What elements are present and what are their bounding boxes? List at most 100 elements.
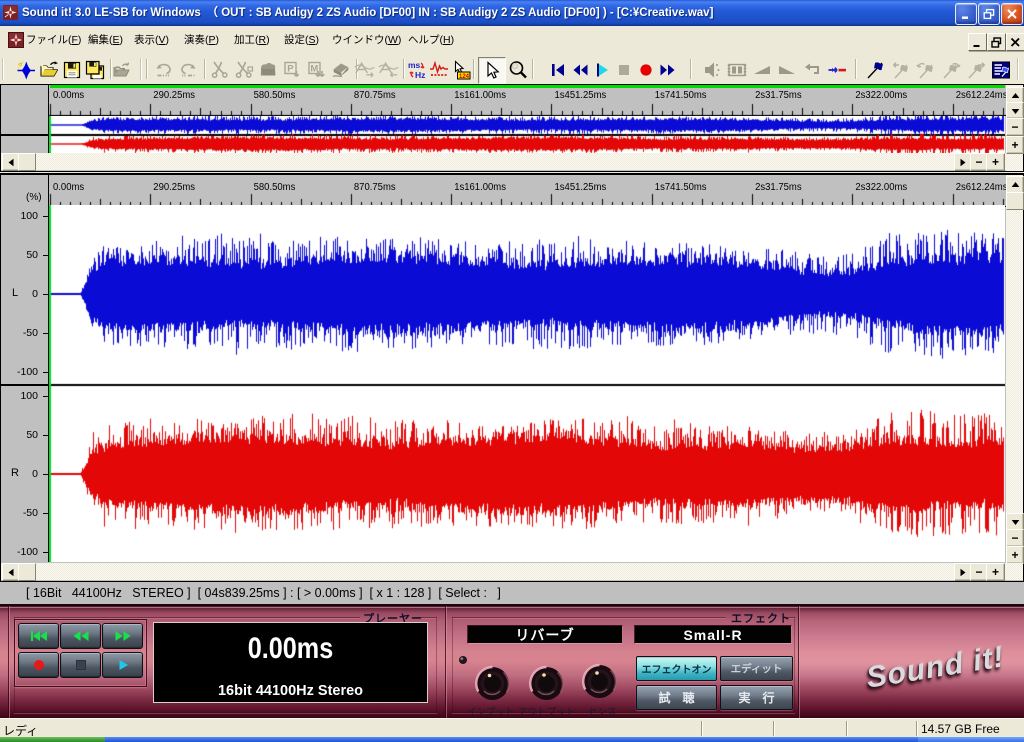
go-start-button[interactable] <box>546 58 569 81</box>
mixer-icon <box>990 59 1012 81</box>
effect-type-display[interactable]: リバーブ <box>467 625 623 644</box>
player-stop-button[interactable] <box>60 652 101 678</box>
axis-unit-label: (%) <box>26 192 42 203</box>
stop-icon <box>614 60 634 80</box>
player-rewind-button[interactable] <box>60 623 101 649</box>
offset-button[interactable] <box>825 58 848 81</box>
player-play-button[interactable] <box>102 652 143 678</box>
wave-display-button[interactable] <box>427 58 450 81</box>
wave-display-icon <box>428 59 450 81</box>
overview-channel-divider <box>1 134 49 136</box>
application-window: { "window": { "title": "Sound it! 3.0 LE… <box>0 0 1024 742</box>
mixer-button[interactable] <box>989 58 1012 81</box>
minus-icon: − <box>1011 120 1018 134</box>
overview-scroll-thumb[interactable] <box>18 153 36 171</box>
open-file-button[interactable] <box>38 58 61 81</box>
unit-ms-hz-icon: ms Hz <box>406 59 428 81</box>
down-arrow-icon <box>1011 107 1020 115</box>
gain-up-button <box>353 58 376 81</box>
ruler-label: 2s612.24ms <box>956 90 1008 102</box>
overview-hscrollbar[interactable] <box>1 153 1006 170</box>
mdi-restore-button[interactable] <box>987 33 1006 51</box>
player-record-button[interactable] <box>18 652 59 678</box>
marker-first-icon <box>890 59 912 81</box>
new-file-button[interactable] <box>14 58 37 81</box>
mdi-minimize-button[interactable] <box>968 33 987 51</box>
input-knob[interactable] <box>474 665 511 702</box>
menu-view[interactable]: 表示(V) <box>134 26 169 55</box>
overview-scroll-down-button[interactable] <box>1006 102 1024 119</box>
ruler-label: 1s161.00ms <box>454 182 506 194</box>
player-fast-forward-button[interactable] <box>102 623 143 649</box>
axis-tick-label: 100 <box>12 390 38 402</box>
unit-toggle-button[interactable]: ms Hz <box>405 58 428 81</box>
editor-vzoom-out-button[interactable]: − <box>1006 529 1024 547</box>
zoom-tool-button[interactable] <box>506 58 529 81</box>
mdi-close-button[interactable] <box>1006 33 1024 51</box>
loop-return-button <box>800 58 823 81</box>
editor-ruler[interactable]: 0.00ms290.25ms580.50ms870.75ms1s161.00ms… <box>49 175 1006 207</box>
menu-window[interactable]: ウインドウ(W) <box>332 26 401 55</box>
rewind-button[interactable] <box>568 58 591 81</box>
effect-preset-display[interactable]: Small-R <box>634 625 792 644</box>
position-display-icon: 124 <box>450 59 472 81</box>
time-value: 0.00ms <box>176 632 405 666</box>
editor-waveform[interactable] <box>49 205 1005 562</box>
effect-on-button[interactable]: エフェクトオン <box>636 656 717 681</box>
document-status-text: [ 16Bit 44100Hz STEREO ] [ 04s839.25ms ]… <box>26 586 501 600</box>
marker-add-icon <box>865 59 887 81</box>
close-button[interactable] <box>1001 3 1023 25</box>
menu-edit[interactable]: 編集(E) <box>88 26 123 55</box>
menu-play[interactable]: 演奏(P) <box>184 26 219 55</box>
menu-help[interactable]: ヘルプ(H) <box>408 26 454 55</box>
marker-next-icon <box>940 59 962 81</box>
menu-file[interactable]: ファイル(F) <box>26 26 81 55</box>
axis-tick-label: 50 <box>12 249 38 261</box>
view-range-bar[interactable] <box>50 85 1005 88</box>
ruler-label: 1s451.25ms <box>555 90 607 102</box>
taskbar[interactable] <box>0 737 1024 742</box>
menu-bar: ファイル(F) 編集(E) 表示(V) 演奏(P) 加工(R) 設定(S) ウイ… <box>0 26 1024 56</box>
overview-pane: 0.00ms290.25ms580.50ms870.75ms1s161.00ms… <box>0 84 1024 172</box>
marker-add-button[interactable] <box>864 58 887 81</box>
gain-up-icon <box>353 59 376 81</box>
editor-vzoom-in-button[interactable]: + <box>1006 546 1024 564</box>
axis-tick-mark <box>43 255 48 256</box>
start-button[interactable] <box>0 737 105 742</box>
plus-icon: + <box>1011 548 1018 562</box>
copy-button <box>256 58 279 81</box>
rewind-icon <box>570 60 590 80</box>
overview-vzoom-in-button[interactable]: + <box>1006 136 1024 154</box>
menu-process[interactable]: 加工(R) <box>234 26 270 55</box>
offset-icon <box>826 59 848 81</box>
select-tool-button[interactable] <box>478 57 506 84</box>
effect-preview-button[interactable]: 試 聴 <box>636 685 717 710</box>
player-go-start-button[interactable] <box>18 623 59 649</box>
document-status-bar: [ 16Bit 44100Hz STEREO ] [ 04s839.25ms ]… <box>0 581 1024 605</box>
record-button[interactable] <box>634 58 657 81</box>
restore-button[interactable] <box>978 3 1000 25</box>
revert-button <box>110 58 133 81</box>
axis-tick-mark <box>43 474 48 475</box>
effect-edit-button[interactable]: エディット <box>720 656 793 681</box>
editor-vscroll-thumb[interactable] <box>1006 192 1024 210</box>
fast-forward-button[interactable] <box>656 58 679 81</box>
output-knob[interactable] <box>528 665 565 702</box>
effect-execute-button[interactable]: 実 行 <box>720 685 793 710</box>
overview-ruler[interactable]: 0.00ms290.25ms580.50ms870.75ms1s161.00ms… <box>49 85 1006 116</box>
editor-hscrollbar[interactable] <box>1 563 1023 580</box>
save-button[interactable] <box>60 58 83 81</box>
overview-vzoom-out-button[interactable]: − <box>1006 118 1024 136</box>
minimize-button[interactable] <box>955 3 977 25</box>
editor-scroll-thumb[interactable] <box>18 563 36 581</box>
ruler-label: 2s322.00ms <box>855 182 907 194</box>
overview-hzoom-in-button[interactable]: + <box>986 153 1005 171</box>
ruler-label: 580.50ms <box>254 90 296 102</box>
save-copy-button[interactable] <box>83 58 106 81</box>
play-button[interactable] <box>590 58 613 81</box>
sense-knob[interactable] <box>581 663 618 700</box>
overview-waveform[interactable] <box>49 116 1005 154</box>
editor-hzoom-in-button[interactable]: + <box>986 563 1005 581</box>
menu-settings[interactable]: 設定(S) <box>284 26 319 55</box>
position-display-button[interactable]: 124 <box>449 58 472 81</box>
